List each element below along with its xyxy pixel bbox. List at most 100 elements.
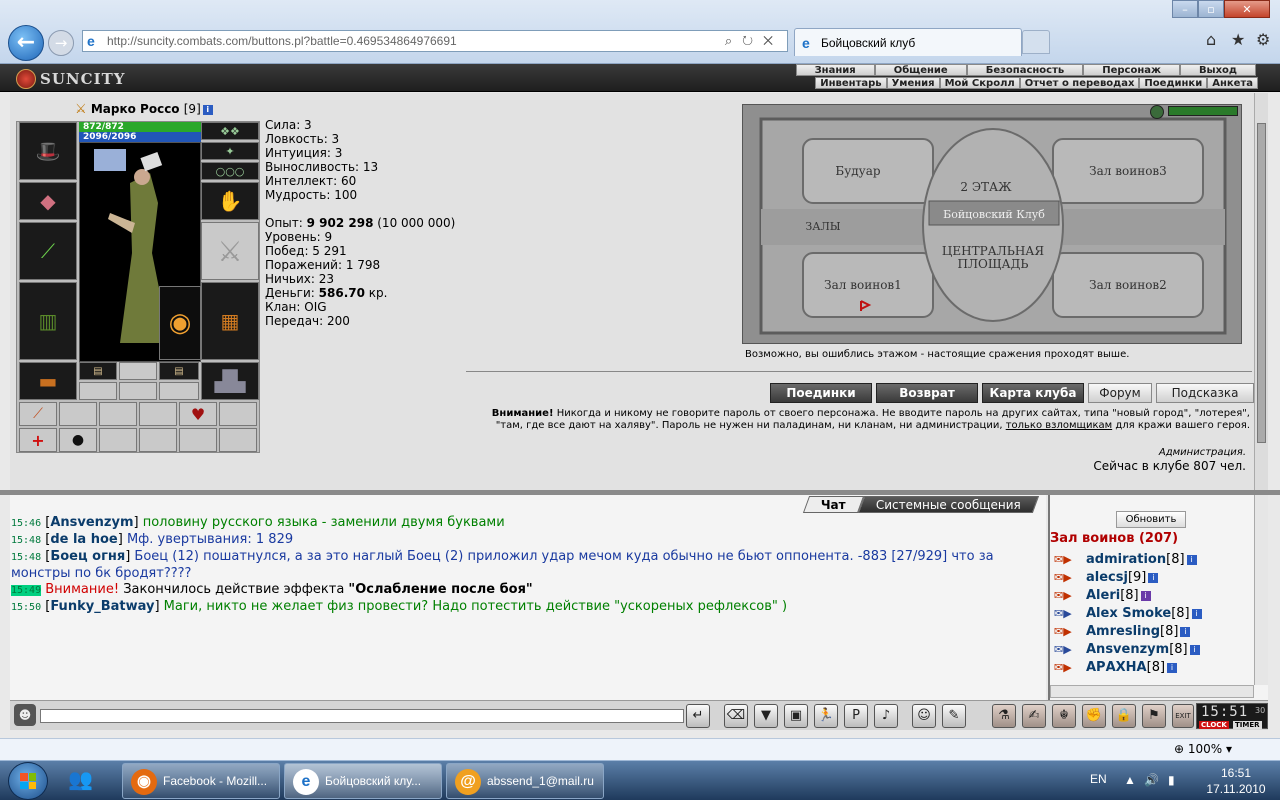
new-tab-button[interactable] [1022,30,1050,54]
quick-slot-6[interactable] [219,402,257,426]
quick-slot-1[interactable]: ⟋ [19,402,57,426]
slot-scroll-1[interactable]: ▤ [79,362,117,380]
smiley-button[interactable]: ☺ [912,704,936,728]
speak-head-icon[interactable]: ☻ [14,704,36,726]
submenu-anketa[interactable]: Анкета [1207,77,1258,89]
settings-gear-icon[interactable]: ⚙ [1256,30,1270,49]
stop-icon[interactable]: ✕ [763,33,783,48]
user-name[interactable]: Alex Smoke [1086,606,1171,621]
slot-legs[interactable]: ▦ [201,282,259,360]
menu-znaniya[interactable]: Знания [795,64,875,76]
flag-icon[interactable]: ⚑ [1142,704,1166,728]
user-row[interactable]: ✉▶ Alex Smoke[8] i [1050,605,1254,623]
submenu-inventar[interactable]: Инвентарь [815,77,887,89]
chat-input[interactable] [40,709,684,723]
slot-gloves[interactable]: ✋ [201,182,259,220]
user-row[interactable]: ✉▶ Ansvenzym[8] i [1050,641,1254,659]
private-message-icon[interactable]: ✉▶ [1054,625,1074,639]
private-message-icon[interactable]: ✉▶ [1054,553,1074,567]
menu-obshchenie[interactable]: Общение [874,64,967,76]
quick-slot-9[interactable] [99,428,137,452]
maximize-button[interactable]: ▫ [1198,0,1224,18]
user-row[interactable]: ✉▶ Amresling[8] i [1050,623,1254,641]
slot-scroll-2[interactable]: ▤ [159,362,199,380]
character-name-text[interactable]: Марко Россо [91,102,180,116]
run-man-button[interactable]: 🏃 [814,704,838,728]
save-log-button[interactable]: ▣ [784,704,808,728]
club-map-button[interactable]: Карта клуба [982,383,1084,403]
info-icon[interactable]: i [1140,590,1151,601]
slot-amulet[interactable]: ✦ [201,142,259,160]
menu-vyhod[interactable]: Выход [1179,64,1256,76]
tray-expand-icon[interactable]: ▲ [1124,773,1136,787]
taskbar-ie[interactable]: e Бойцовский клу... [284,763,442,799]
slot-earrings[interactable]: ❖❖ [201,122,259,140]
inventory-icon[interactable]: ⚗ [992,704,1016,728]
info-icon[interactable]: i [1167,662,1178,673]
clock-label[interactable]: CLOCK [1199,721,1229,729]
private-message-icon[interactable]: ✉▶ [1054,661,1074,675]
msg-time[interactable]: 15:50 [11,602,41,613]
language-indicator[interactable]: EN [1090,772,1107,786]
back-to-button[interactable]: Возврат [876,383,978,403]
network-icon[interactable]: ▮ [1168,773,1175,787]
back-button[interactable]: ← [8,25,44,61]
search-icon[interactable]: ⌕ [725,33,742,48]
user-name[interactable]: Ansvenzym [1086,642,1169,657]
slot-bracers[interactable]: ◆ [19,182,77,220]
private-mode-button[interactable]: P [844,704,868,728]
submenu-moy-skroll[interactable]: Мой Скролл [939,77,1020,89]
user-row[interactable]: ✉▶ admiration[8] i [1050,551,1254,569]
zoom-level[interactable]: ⊕ 100% ▾ [1174,742,1232,756]
info-icon[interactable]: i [1180,626,1191,637]
menu-bezopasnost[interactable]: Безопасность [966,64,1084,76]
favorites-star-icon[interactable]: ★ [1231,30,1245,49]
slot-rings[interactable]: ○○○ [201,162,259,180]
people-icon[interactable]: 👥 [68,767,93,791]
info-icon[interactable]: i [1148,572,1159,583]
dragon-icon[interactable]: ☬ [1052,704,1076,728]
taskbar-mail[interactable]: @ abssend_1@mail.ru [446,763,604,799]
quick-slot-7[interactable]: + [19,428,57,452]
address-bar[interactable]: e http://suncity.combats.com/buttons.pl?… [82,30,788,52]
menu-personazh[interactable]: Персонаж [1083,64,1180,76]
slot-empty-3[interactable] [119,382,157,400]
exit-icon[interactable]: EXIT [1172,704,1194,728]
system-clock[interactable]: 16:51 17.11.2010 [1196,765,1276,797]
content-scroll-thumb[interactable] [1257,123,1266,443]
start-button[interactable] [8,762,48,800]
submenu-umeniya[interactable]: Умения [886,77,940,89]
clear-eraser-button[interactable]: ⌫ [724,704,748,728]
lock-icon[interactable]: 🔒 [1112,704,1136,728]
private-message-icon[interactable]: ✉▶ [1054,643,1074,657]
send-enter-button[interactable]: ↵ [686,704,710,728]
quick-slot-12[interactable] [219,428,257,452]
slot-shield-empty[interactable]: ⚔ [201,222,259,280]
private-message-icon[interactable]: ✉▶ [1054,607,1074,621]
private-message-icon[interactable]: ✉▶ [1054,589,1074,603]
msg-time[interactable]: 15:46 [11,518,41,529]
info-icon[interactable]: i [1191,608,1202,619]
timer-label[interactable]: TIMER [1233,721,1262,729]
filter-button[interactable]: ▼ [754,704,778,728]
msg-nick[interactable]: Funky_Batway [50,599,154,614]
user-row[interactable]: ✉▶ АРАХНА[8] i [1050,659,1254,677]
slot-boots[interactable]: ▟▙ [201,362,259,400]
quick-slot-5[interactable]: ♥ [179,402,217,426]
taskbar-firefox[interactable]: ◉ Facebook - Mozill... [122,763,280,799]
hint-button[interactable]: Подсказка [1156,383,1254,403]
refresh-map-icon[interactable] [1150,105,1164,119]
slot-weapon[interactable]: ⟋ [19,222,77,280]
tab-system-messages[interactable]: Системные сообщения [857,496,1039,513]
volume-icon[interactable]: 🔊 [1144,773,1159,787]
quick-slot-10[interactable] [139,428,177,452]
msg-nick[interactable]: Ansvenzym [50,515,133,530]
user-name[interactable]: АРАХНА [1086,660,1147,675]
sound-button[interactable]: ♪ [874,704,898,728]
msg-time[interactable]: 15:48 [11,535,41,546]
submenu-poedinki[interactable]: Поединки [1139,77,1208,89]
user-list-hscrollbar[interactable] [1050,685,1254,698]
quick-slot-4[interactable] [139,402,177,426]
info-icon[interactable]: i [202,104,213,115]
forum-button[interactable]: Форум [1088,383,1152,403]
